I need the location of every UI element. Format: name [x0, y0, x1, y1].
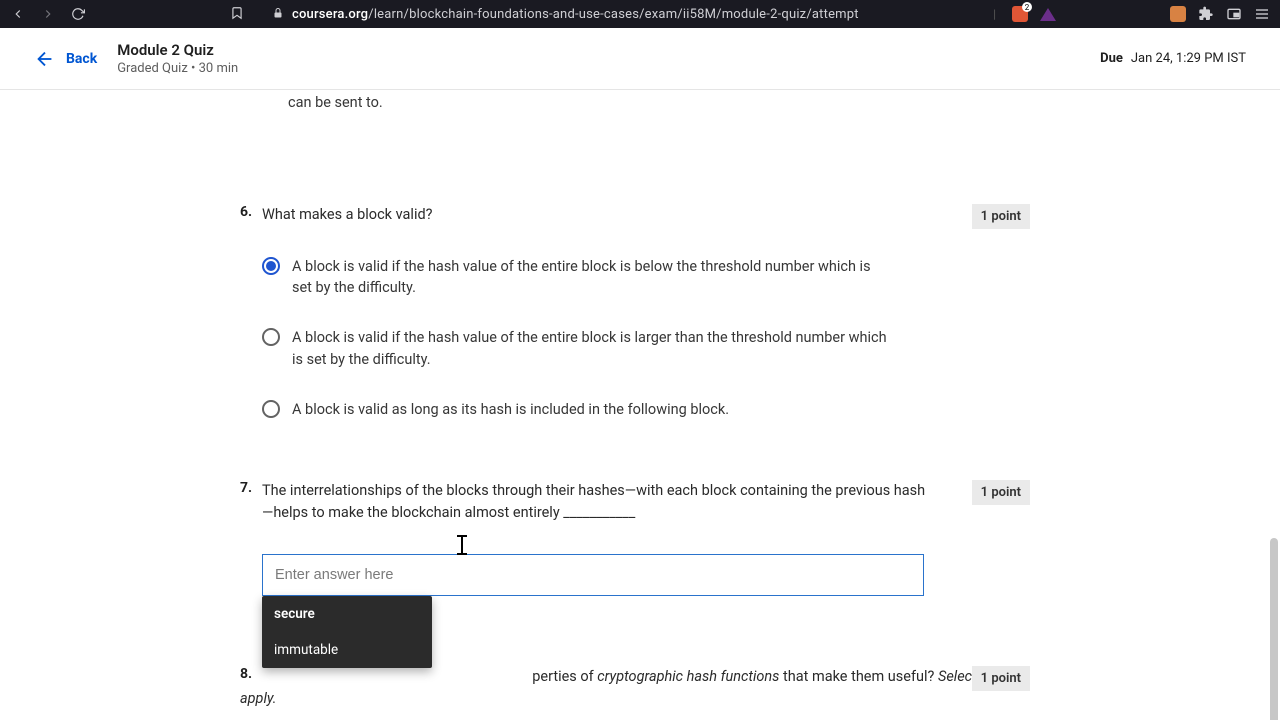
autocomplete-item[interactable]: secure — [262, 596, 432, 632]
radio-icon[interactable] — [262, 257, 280, 275]
reload-icon[interactable] — [70, 6, 86, 22]
question-7: 7. The interrelationships of the blocks … — [240, 480, 1030, 596]
points-badge: 1 point — [972, 204, 1030, 229]
points-badge: 1 point — [972, 480, 1030, 505]
extensions-puzzle-icon[interactable] — [1198, 6, 1214, 22]
quiz-header: Back Module 2 Quiz Graded Quiz • 30 min … — [0, 28, 1280, 90]
browser-chrome: coursera.org/learn/blockchain-foundation… — [0, 0, 1280, 28]
extension-icon[interactable] — [1170, 6, 1186, 22]
lock-icon — [272, 7, 284, 22]
answer-input[interactable] — [262, 554, 924, 596]
back-button[interactable]: Back — [34, 48, 97, 70]
back-label: Back — [66, 51, 97, 67]
radio-option[interactable]: A block is valid if the hash value of th… — [262, 327, 1030, 371]
url-text[interactable]: coursera.org/learn/blockchain-foundation… — [292, 7, 859, 22]
due-value: Jan 24, 1:29 PM IST — [1131, 51, 1246, 66]
quiz-content: can be sent to. 6. What makes a block va… — [0, 90, 1280, 720]
autocomplete-item[interactable]: immutable — [262, 632, 432, 668]
due-info: Due Jan 24, 1:29 PM IST — [1100, 51, 1246, 66]
hamburger-menu-icon[interactable] — [1254, 6, 1270, 22]
extension-triangle-icon[interactable] — [1040, 8, 1056, 21]
option-text: A block is valid if the hash value of th… — [292, 327, 892, 371]
radio-option[interactable]: A block is valid as long as its hash is … — [262, 399, 1030, 421]
option-text: A block is valid as long as its hash is … — [292, 399, 892, 421]
option-text: A block is valid if the hash value of th… — [292, 256, 892, 300]
quiz-title-group: Module 2 Quiz Graded Quiz • 30 min — [117, 41, 238, 76]
question-text: What are the properties of cryptographic… — [240, 668, 1023, 707]
pip-icon[interactable] — [1226, 6, 1242, 22]
question-number: 6. — [240, 204, 252, 220]
nav-forward-icon[interactable] — [40, 6, 56, 22]
question-number: 8. — [240, 666, 252, 682]
question-number: 7. — [240, 480, 252, 496]
question-8: 8. What are the properties of cryptograp… — [240, 666, 1030, 720]
quiz-title: Module 2 Quiz — [117, 41, 238, 59]
question-6: 6. What makes a block valid? 1 point A b… — [240, 204, 1030, 421]
points-badge: 1 point — [972, 666, 1030, 691]
radio-icon[interactable] — [262, 400, 280, 418]
prev-question-tail: can be sent to. — [288, 90, 928, 114]
radio-option[interactable]: A block is valid if the hash value of th… — [262, 256, 1030, 300]
radio-icon[interactable] — [262, 328, 280, 346]
bookmark-icon[interactable] — [230, 6, 244, 23]
question-text: What makes a block valid? — [262, 204, 932, 226]
scrollbar-thumb[interactable] — [1270, 538, 1278, 720]
due-label: Due — [1100, 51, 1123, 66]
question-text: The interrelationships of the blocks thr… — [262, 480, 932, 524]
nav-back-icon[interactable] — [10, 6, 26, 22]
quiz-subtitle: Graded Quiz • 30 min — [117, 61, 238, 76]
brave-shield-icon[interactable] — [1012, 6, 1028, 22]
autocomplete-dropdown: secure immutable — [262, 596, 432, 668]
